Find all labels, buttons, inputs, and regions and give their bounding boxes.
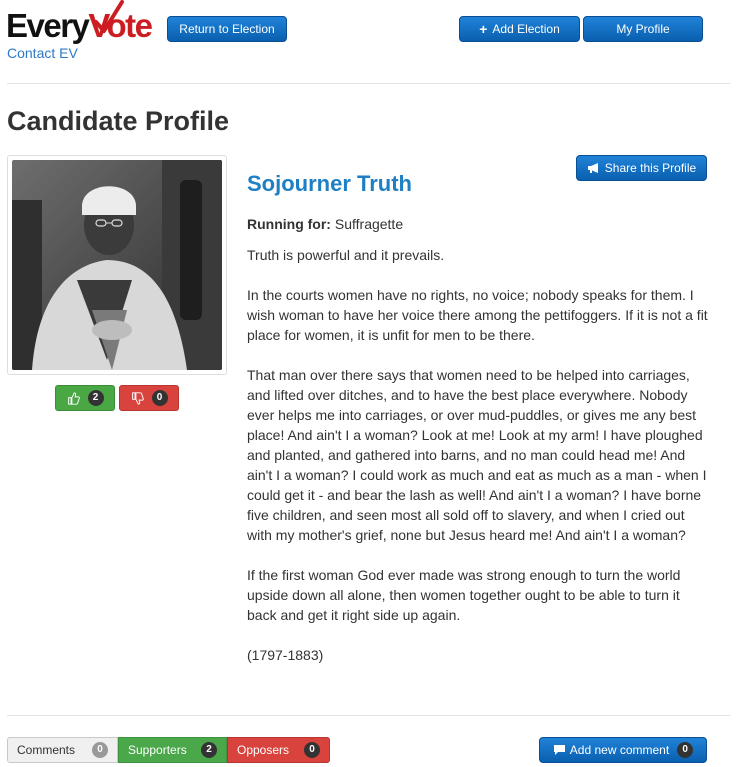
downvote-button[interactable]: 0	[119, 385, 179, 411]
add-comment-count-badge: 0	[677, 742, 694, 758]
running-for: Running for: Suffragette	[247, 216, 403, 232]
return-to-election-label: Return to Election	[179, 22, 275, 36]
share-profile-button[interactable]: Share this Profile	[576, 155, 707, 181]
return-to-election-button[interactable]: Return to Election	[167, 16, 287, 42]
add-election-label: Add Election	[492, 22, 560, 36]
supporters-count-badge: 2	[201, 742, 217, 758]
tab-supporters[interactable]: Supporters 2	[118, 737, 227, 763]
comment-icon	[553, 745, 565, 755]
bio-paragraph: In the courts women have no rights, no v…	[247, 287, 708, 343]
bio-paragraph: Truth is powerful and it prevails.	[247, 247, 445, 263]
opposers-count-badge: 0	[304, 742, 320, 758]
logo-every-text: Every	[6, 7, 90, 44]
contact-ev-link[interactable]: Contact EV	[7, 45, 78, 61]
checkmark-icon	[94, 0, 124, 33]
add-election-button[interactable]: + Add Election	[459, 16, 580, 42]
megaphone-icon	[587, 163, 598, 173]
downvote-count: 0	[151, 390, 168, 406]
bio-paragraph: If the first woman God ever made was str…	[247, 567, 681, 623]
add-comment-label: Add new comment	[569, 743, 670, 757]
my-profile-button[interactable]: My Profile	[583, 16, 703, 42]
thumbs-up-icon	[67, 391, 80, 405]
tab-supporters-label: Supporters	[128, 743, 187, 757]
tab-comments[interactable]: Comments 0	[7, 737, 118, 763]
header-divider	[7, 83, 730, 84]
tab-opposers[interactable]: Opposers 0	[227, 737, 330, 763]
feedback-tabs: Comments 0 Supporters 2 Opposers 0	[7, 737, 330, 763]
bio-paragraph: That man over there says that women need…	[247, 367, 707, 543]
share-profile-label: Share this Profile	[604, 161, 697, 175]
my-profile-label: My Profile	[616, 22, 670, 36]
candidate-photo-frame	[7, 155, 227, 375]
add-comment-button[interactable]: Add new comment 0	[539, 737, 707, 763]
page-title: Candidate Profile	[7, 106, 230, 136]
tab-comments-label: Comments	[17, 743, 76, 757]
running-for-value: Suffragette	[334, 216, 404, 232]
everyvote-logo[interactable]: EveryVote	[6, 0, 153, 46]
plus-icon: +	[479, 21, 488, 37]
candidate-name: Sojourner Truth	[247, 171, 412, 196]
candidate-photo	[12, 160, 222, 370]
running-for-label: Running for:	[247, 216, 331, 232]
upvote-count: 2	[87, 390, 104, 406]
bio-paragraph: (1797-1883)	[247, 647, 324, 663]
candidate-bio: Truth is powerful and it prevails. In th…	[247, 245, 712, 685]
comments-count-badge: 0	[92, 742, 108, 758]
thumbs-down-icon	[131, 391, 144, 405]
upvote-button[interactable]: 2	[55, 385, 115, 411]
tab-opposers-label: Opposers	[237, 743, 290, 757]
footer-divider	[7, 715, 730, 716]
